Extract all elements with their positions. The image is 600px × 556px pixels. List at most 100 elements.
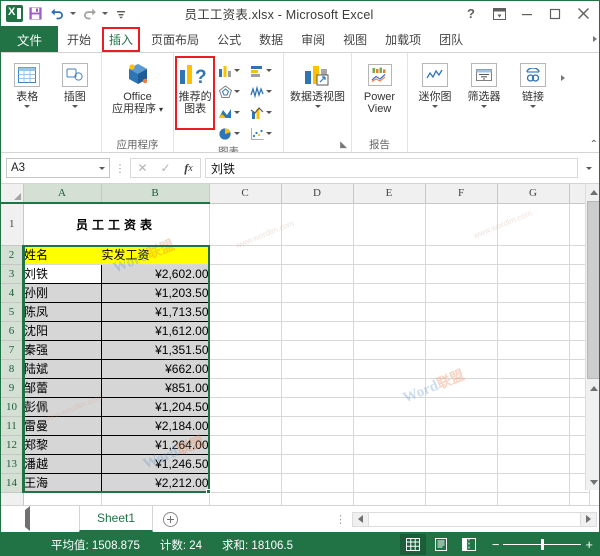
cell-a14-name[interactable]: 王海 xyxy=(22,472,102,493)
cell-c11[interactable] xyxy=(209,416,282,436)
cancel-icon[interactable]: ✕ xyxy=(131,159,154,177)
cell-f13[interactable] xyxy=(425,454,498,474)
cell-d7[interactable] xyxy=(281,340,354,360)
cell-b13-salary[interactable]: ¥1,246.50 xyxy=(100,453,210,474)
vertical-scrollbar[interactable] xyxy=(585,184,599,490)
sheet-tab-split-grip[interactable]: ⋮ xyxy=(335,513,346,526)
tab-page-layout[interactable]: 页面布局 xyxy=(142,26,208,52)
radar-chart-icon[interactable] xyxy=(213,81,245,102)
tab-overflow-icon[interactable] xyxy=(589,26,599,52)
cell-d6[interactable] xyxy=(281,321,354,341)
column-header-f[interactable]: F xyxy=(425,184,498,204)
cell-a5-name[interactable]: 陈凤 xyxy=(22,301,102,322)
cell-e14[interactable] xyxy=(353,473,426,493)
row-header-13[interactable]: 13 xyxy=(1,454,24,474)
page-break-view-icon[interactable] xyxy=(456,534,482,555)
column-header-b[interactable]: B xyxy=(101,184,210,204)
close-icon[interactable] xyxy=(569,2,597,25)
customize-qat-icon[interactable] xyxy=(111,4,131,24)
normal-view-icon[interactable] xyxy=(399,534,426,555)
status-sum[interactable]: 求和: 18106.5 xyxy=(222,537,293,553)
cell-f6[interactable] xyxy=(425,321,498,341)
cell-f15[interactable] xyxy=(425,492,498,505)
cell-b8-salary[interactable]: ¥662.00 xyxy=(100,358,210,379)
cell-d4[interactable] xyxy=(281,283,354,303)
cell-c4[interactable] xyxy=(209,283,282,303)
cell-g10[interactable] xyxy=(497,397,570,417)
cell-a12-name[interactable]: 郑黎 xyxy=(22,434,102,455)
cell-g8[interactable] xyxy=(497,359,570,379)
ribbon-more-icon[interactable] xyxy=(558,57,568,81)
cell-g13[interactable] xyxy=(497,454,570,474)
cell-b2-header[interactable]: 实发工资 xyxy=(100,244,210,265)
sparkline-button[interactable]: 迷你图 xyxy=(411,57,459,108)
name-box[interactable]: A3 xyxy=(6,158,110,178)
cell-g9[interactable] xyxy=(497,378,570,398)
cell-d11[interactable] xyxy=(281,416,354,436)
tab-review[interactable]: 审阅 xyxy=(292,26,334,52)
formula-input[interactable]: 刘铁 xyxy=(205,158,578,178)
status-average[interactable]: 平均值: 1508.875 xyxy=(51,537,140,553)
cell-e1[interactable] xyxy=(353,203,426,246)
page-layout-view-icon[interactable] xyxy=(428,534,454,555)
scroll-right-icon[interactable] xyxy=(581,512,596,526)
column-chart-icon[interactable] xyxy=(213,60,245,81)
cell-d14[interactable] xyxy=(281,473,354,493)
zoom-slider[interactable]: − + xyxy=(484,538,595,551)
cell-b5-salary[interactable]: ¥1,713.50 xyxy=(100,301,210,322)
sheet-tab-sheet1[interactable]: Sheet1 xyxy=(79,506,153,532)
sheet-nav-prev-icon[interactable] xyxy=(25,506,30,531)
insert-table-button[interactable]: 表格 xyxy=(4,57,51,108)
cell-d5[interactable] xyxy=(281,302,354,322)
cell-a10-name[interactable]: 彭佩 xyxy=(22,396,102,417)
office-apps-button[interactable]: Office 应用程序 ▾ xyxy=(110,57,166,116)
row-header-3[interactable]: 3 xyxy=(1,264,24,284)
cell-g7[interactable] xyxy=(497,340,570,360)
selection-fill-handle[interactable] xyxy=(206,489,211,494)
cell-f4[interactable] xyxy=(425,283,498,303)
minimize-icon[interactable] xyxy=(513,2,541,25)
horizontal-scrollbar[interactable] xyxy=(352,511,597,527)
cell-a11-name[interactable]: 雷曼 xyxy=(22,415,102,436)
cell-a8-name[interactable]: 陆斌 xyxy=(22,358,102,379)
cell-c1[interactable] xyxy=(209,203,282,246)
status-count[interactable]: 计数: 24 xyxy=(160,537,202,553)
cell-c12[interactable] xyxy=(209,435,282,455)
cell-b14-salary[interactable]: ¥2,212.00 xyxy=(100,472,210,493)
cell-e15[interactable] xyxy=(353,492,426,505)
cell-a2-header[interactable]: 姓名 xyxy=(22,244,102,265)
fx-icon[interactable]: fx xyxy=(177,159,200,177)
redo-dropdown-icon[interactable] xyxy=(101,4,109,24)
cell-e6[interactable] xyxy=(353,321,426,341)
cell-b9-salary[interactable]: ¥851.00 xyxy=(100,377,210,398)
horizontal-scroll-track[interactable] xyxy=(368,512,581,526)
cell-e12[interactable] xyxy=(353,435,426,455)
cell-e7[interactable] xyxy=(353,340,426,360)
cell-e5[interactable] xyxy=(353,302,426,322)
cell-a9-name[interactable]: 邹蕾 xyxy=(22,377,102,398)
cell-g4[interactable] xyxy=(497,283,570,303)
cell-f3[interactable] xyxy=(425,264,498,284)
sparkline-dropdown-icon[interactable] xyxy=(432,105,438,108)
insert-table-dropdown-icon[interactable] xyxy=(24,105,31,108)
pie-chart-icon[interactable] xyxy=(213,123,245,144)
cell-c7[interactable] xyxy=(209,340,282,360)
cell-c6[interactable] xyxy=(209,321,282,341)
cell-b4-salary[interactable]: ¥1,203.50 xyxy=(100,282,210,303)
cell-g3[interactable] xyxy=(497,264,570,284)
pivotchart-dialog-launcher[interactable]: ◣ xyxy=(284,136,351,152)
name-box-dropdown-icon[interactable] xyxy=(99,166,105,170)
column-header-d[interactable]: D xyxy=(281,184,354,204)
cell-c10[interactable] xyxy=(209,397,282,417)
scroll-page-down-icon[interactable] xyxy=(586,380,599,396)
row-header-7[interactable]: 7 xyxy=(1,340,24,360)
cell-d12[interactable] xyxy=(281,435,354,455)
undo-dropdown-icon[interactable] xyxy=(69,4,77,24)
cell-c2[interactable] xyxy=(209,245,282,265)
tab-data[interactable]: 数据 xyxy=(250,26,292,52)
cell-a13-name[interactable]: 潘越 xyxy=(22,453,102,474)
cell-c8[interactable] xyxy=(209,359,282,379)
cell-e10[interactable] xyxy=(353,397,426,417)
cell-c13[interactable] xyxy=(209,454,282,474)
cell-e8[interactable] xyxy=(353,359,426,379)
